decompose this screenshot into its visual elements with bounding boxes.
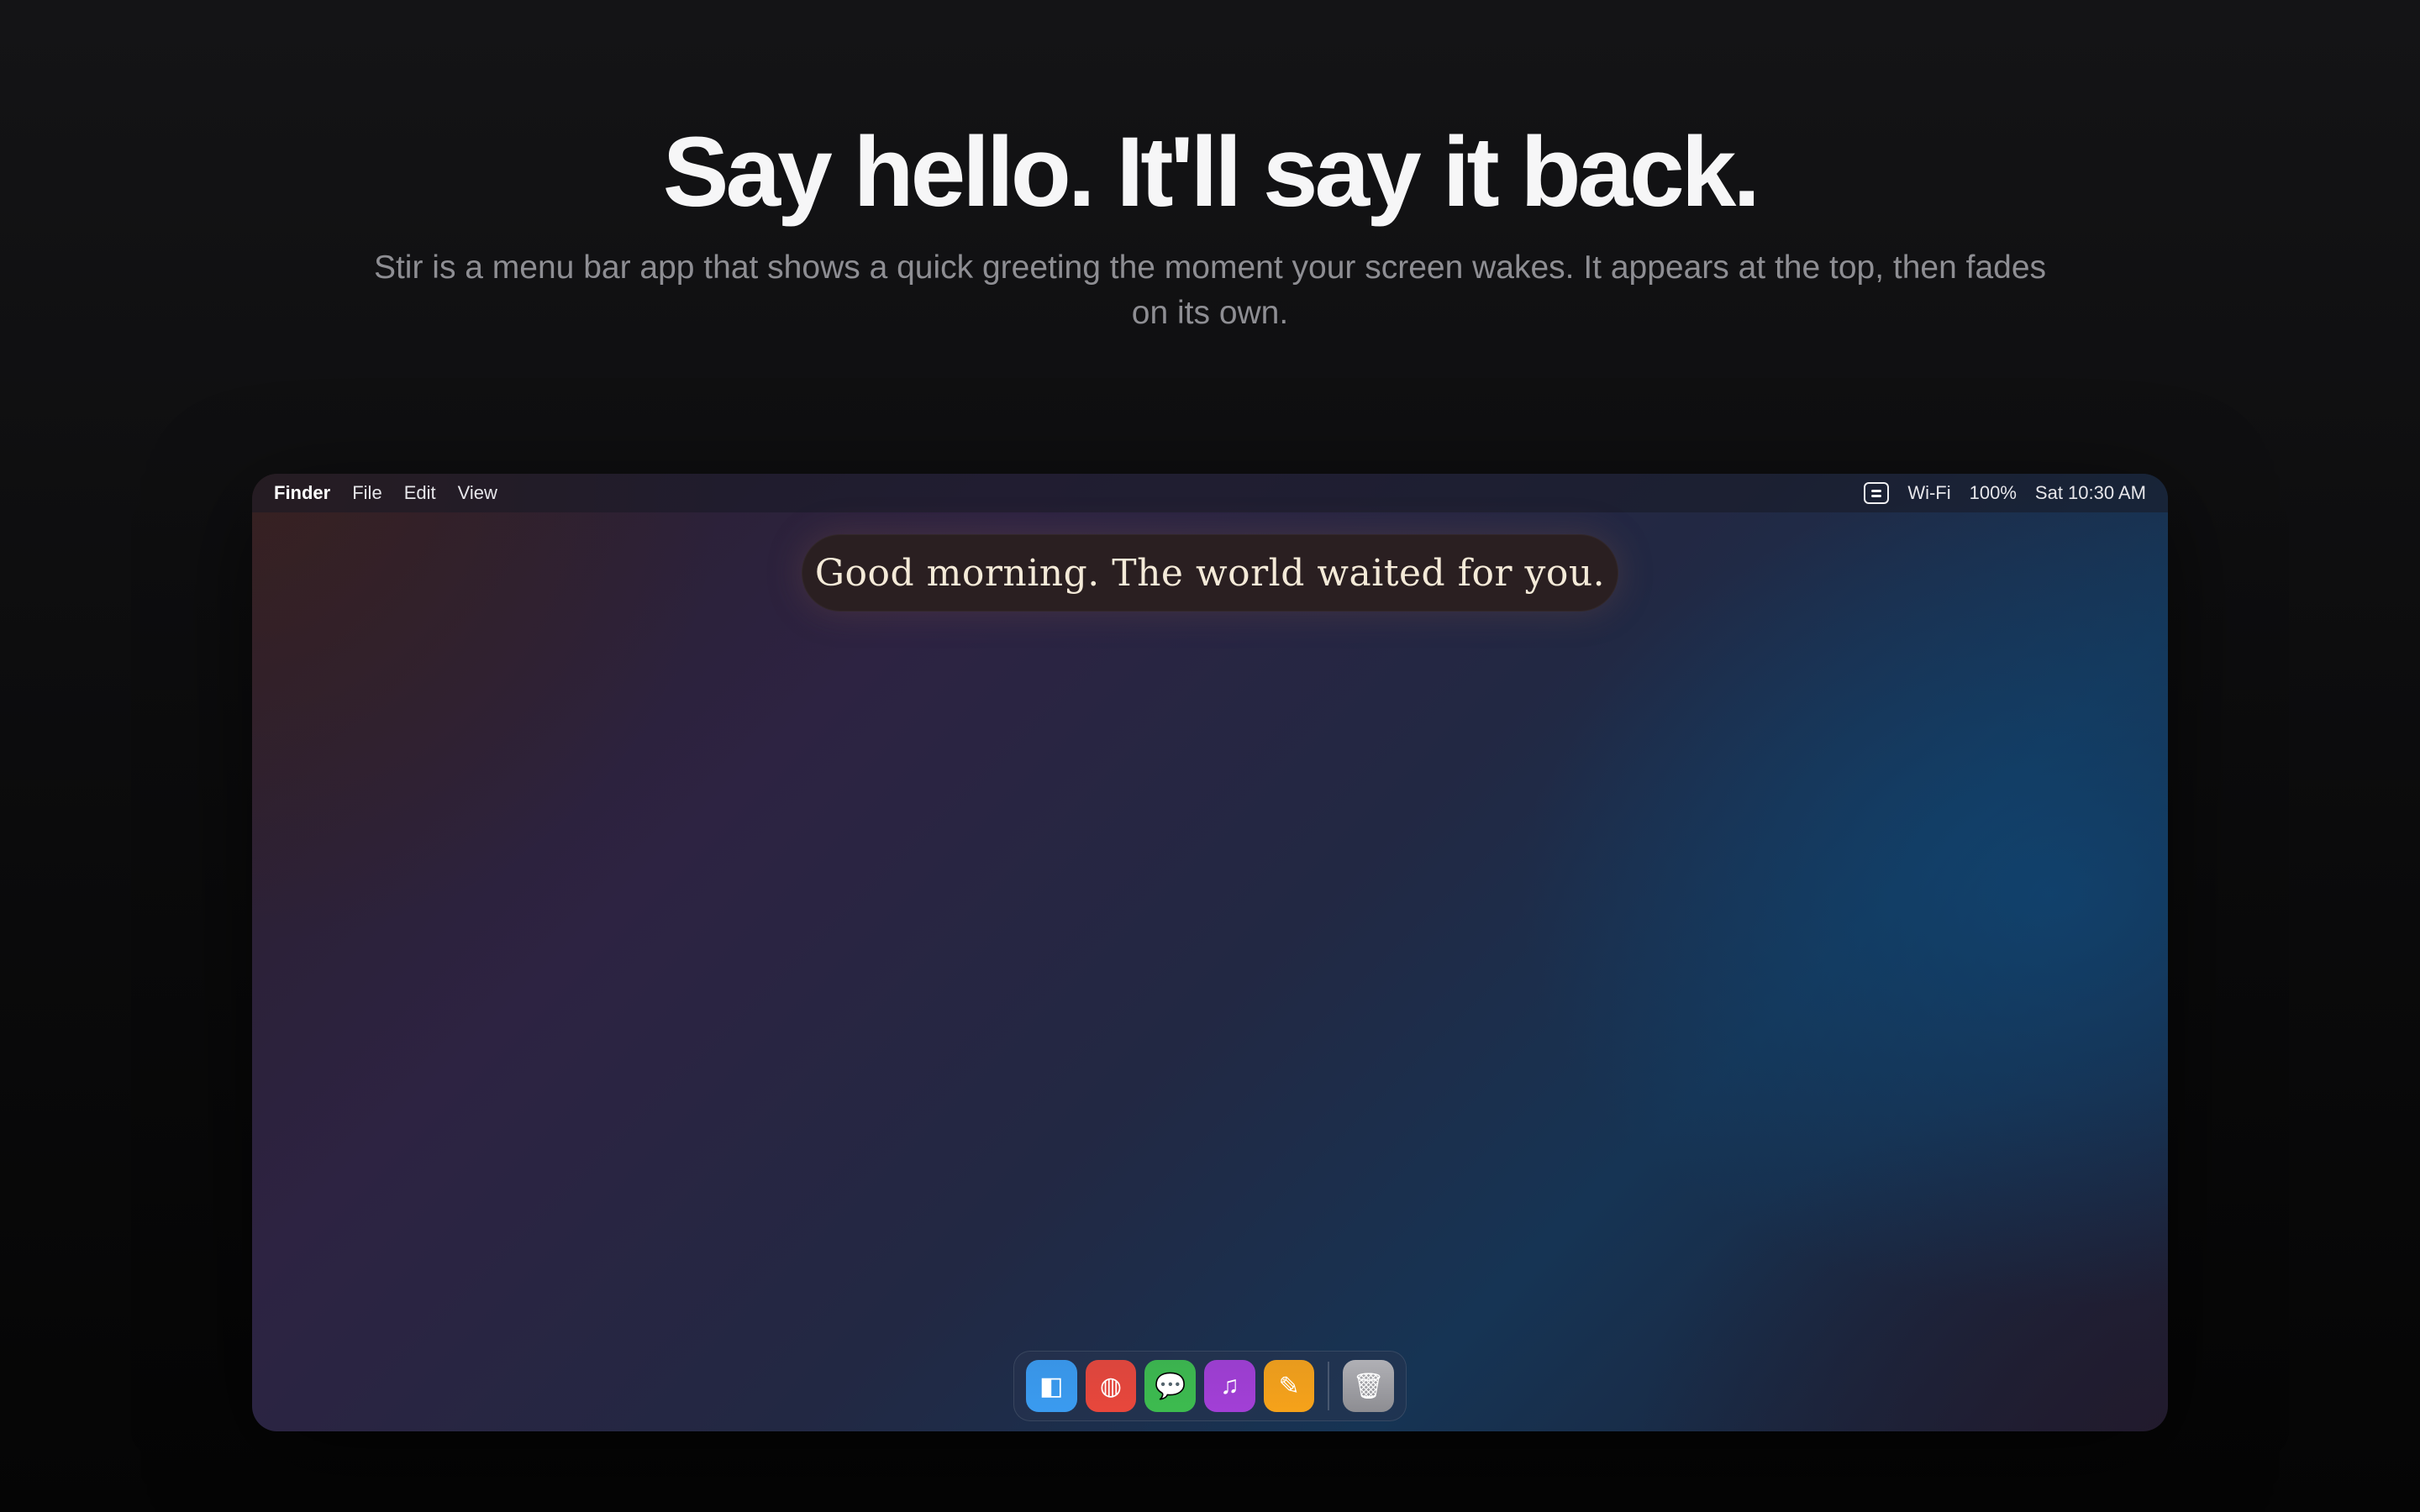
browser-icon[interactable]: ◍ xyxy=(1085,1360,1137,1412)
desktop-preview: Finder File Edit View Wi-Fi 100% Sat 10:… xyxy=(252,474,2168,1431)
finder-icon[interactable]: ◧ xyxy=(1026,1360,1077,1412)
page-subtitle: Stir is a menu bar app that shows a quic… xyxy=(373,249,2047,331)
greeting-text: Good morning. The world waited for you. xyxy=(814,551,1606,595)
page-title: Say hello. It'll say it back. xyxy=(662,117,1760,228)
dock-separator xyxy=(1328,1362,1330,1410)
greeting-banner: Good morning. The world waited for you. xyxy=(802,534,1618,612)
menu-item-file[interactable]: File xyxy=(352,482,381,504)
messages-icon[interactable]: 💬 xyxy=(1144,1360,1197,1412)
battery-status[interactable]: 100% xyxy=(1970,482,2017,504)
notes-icon[interactable]: ✎ xyxy=(1263,1360,1315,1412)
music-icon[interactable]: ♫ xyxy=(1204,1360,1255,1412)
menu-bar: Finder File Edit View Wi-Fi 100% Sat 10:… xyxy=(252,474,2168,512)
wifi-status[interactable]: Wi-Fi xyxy=(1907,482,1950,504)
menu-app-name[interactable]: Finder xyxy=(274,482,330,504)
clock[interactable]: Sat 10:30 AM xyxy=(2035,482,2146,504)
menu-bar-right: Wi-Fi 100% Sat 10:30 AM xyxy=(1864,482,2146,504)
trash-icon[interactable]: 🗑 xyxy=(1343,1360,1394,1412)
menu-item-view[interactable]: View xyxy=(458,482,497,504)
menu-item-edit[interactable]: Edit xyxy=(404,482,436,504)
dock: ◧ ◍ 💬 ♫ ✎ 🗑 xyxy=(1013,1351,1407,1421)
menu-bar-left: Finder File Edit View xyxy=(274,482,497,504)
stir-menu-icon[interactable] xyxy=(1864,482,1890,504)
